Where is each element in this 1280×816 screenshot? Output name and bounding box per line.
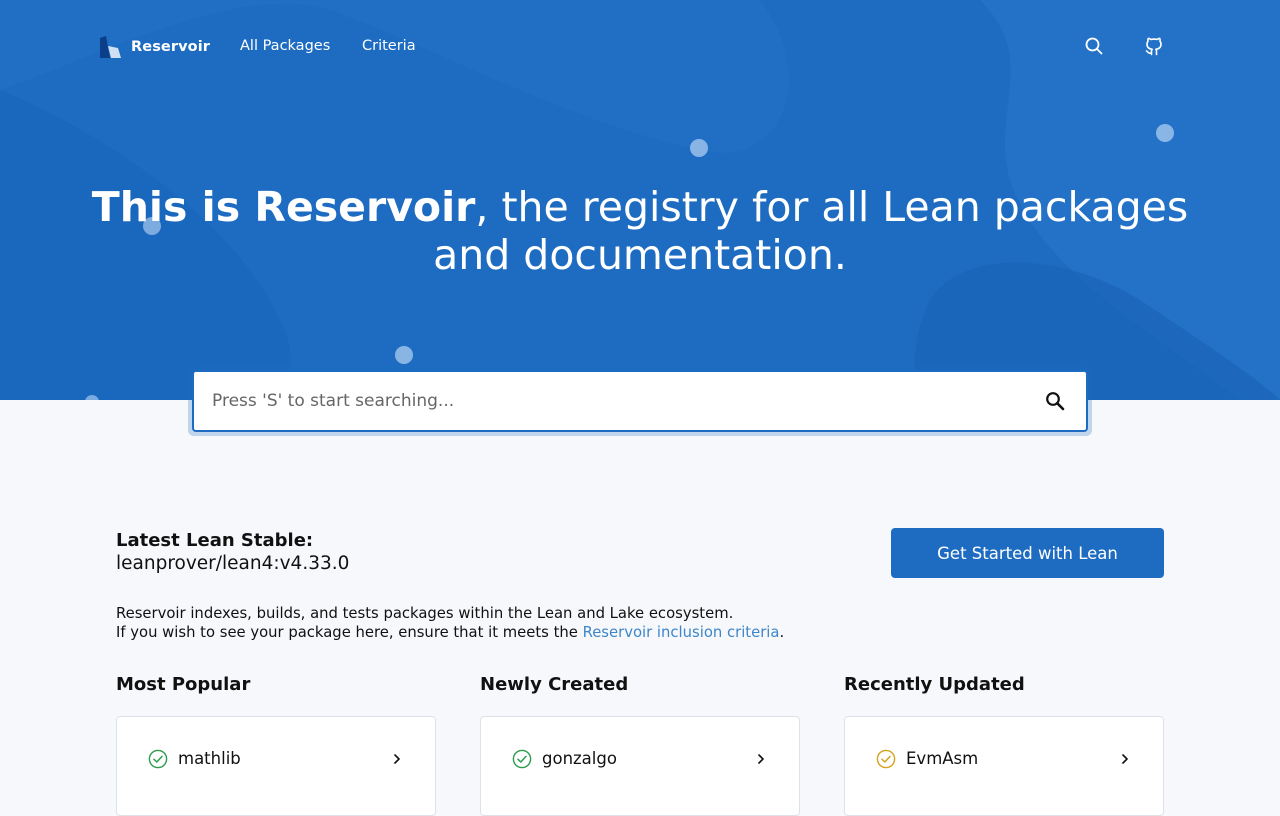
column-title-newly-created: Newly Created: [480, 674, 629, 695]
description-line-2: If you wish to see your package here, en…: [116, 623, 784, 642]
get-started-button[interactable]: Get Started with Lean: [891, 528, 1164, 578]
github-icon[interactable]: [1144, 36, 1164, 56]
check-circle-warning-icon: [876, 749, 896, 769]
package-name: EvmAsm: [906, 749, 979, 768]
description-line-2-prefix: If you wish to see your package here, en…: [116, 624, 583, 641]
chevron-right-icon: [394, 754, 400, 764]
inclusion-criteria-link[interactable]: Reservoir inclusion criteria: [583, 624, 780, 641]
check-circle-icon: [512, 749, 532, 769]
description: Reservoir indexes, builds, and tests pac…: [116, 604, 784, 642]
package-name: gonzalgo: [542, 749, 617, 768]
search-input[interactable]: [212, 372, 1012, 430]
column-title-most-popular: Most Popular: [116, 674, 251, 695]
brand-logo[interactable]: Reservoir: [100, 36, 210, 58]
description-line-2-suffix: .: [779, 624, 785, 641]
latest-stable-value: leanprover/lean4:v4.33.0: [116, 553, 350, 574]
nav-link-criteria[interactable]: Criteria: [362, 38, 416, 54]
hero-title-rest: , the registry for all Lean packages and…: [433, 183, 1189, 279]
search-container: [188, 366, 1092, 436]
package-name: mathlib: [178, 749, 241, 768]
package-card-recently-updated: EvmAsm: [844, 716, 1164, 816]
hero-title-bold: This is Reservoir: [91, 183, 476, 231]
nav-link-all-packages[interactable]: All Packages: [240, 38, 330, 54]
top-nav: Reservoir All Packages Criteria: [0, 0, 1280, 94]
latest-stable-label: Latest Lean Stable:: [116, 530, 314, 551]
hero-title: This is Reservoir, the registry for all …: [90, 183, 1190, 279]
reservoir-logo-icon: [100, 36, 121, 58]
hero-banner: Reservoir All Packages Criteria This is …: [0, 0, 1280, 400]
check-circle-icon: [148, 749, 168, 769]
package-card-newly-created: gonzalgo: [480, 716, 800, 816]
search-submit-icon[interactable]: [1044, 390, 1066, 412]
package-row[interactable]: EvmAsm: [845, 717, 1163, 801]
chevron-right-icon: [1122, 754, 1128, 764]
package-row[interactable]: mathlib: [117, 717, 435, 801]
column-title-recently-updated: Recently Updated: [844, 674, 1025, 695]
chevron-right-icon: [758, 754, 764, 764]
search-box: [192, 370, 1088, 432]
description-line-1: Reservoir indexes, builds, and tests pac…: [116, 605, 734, 622]
package-row[interactable]: gonzalgo: [481, 717, 799, 801]
brand-name: Reservoir: [131, 39, 211, 55]
package-card-most-popular: mathlib: [116, 716, 436, 816]
search-icon[interactable]: [1084, 36, 1104, 56]
